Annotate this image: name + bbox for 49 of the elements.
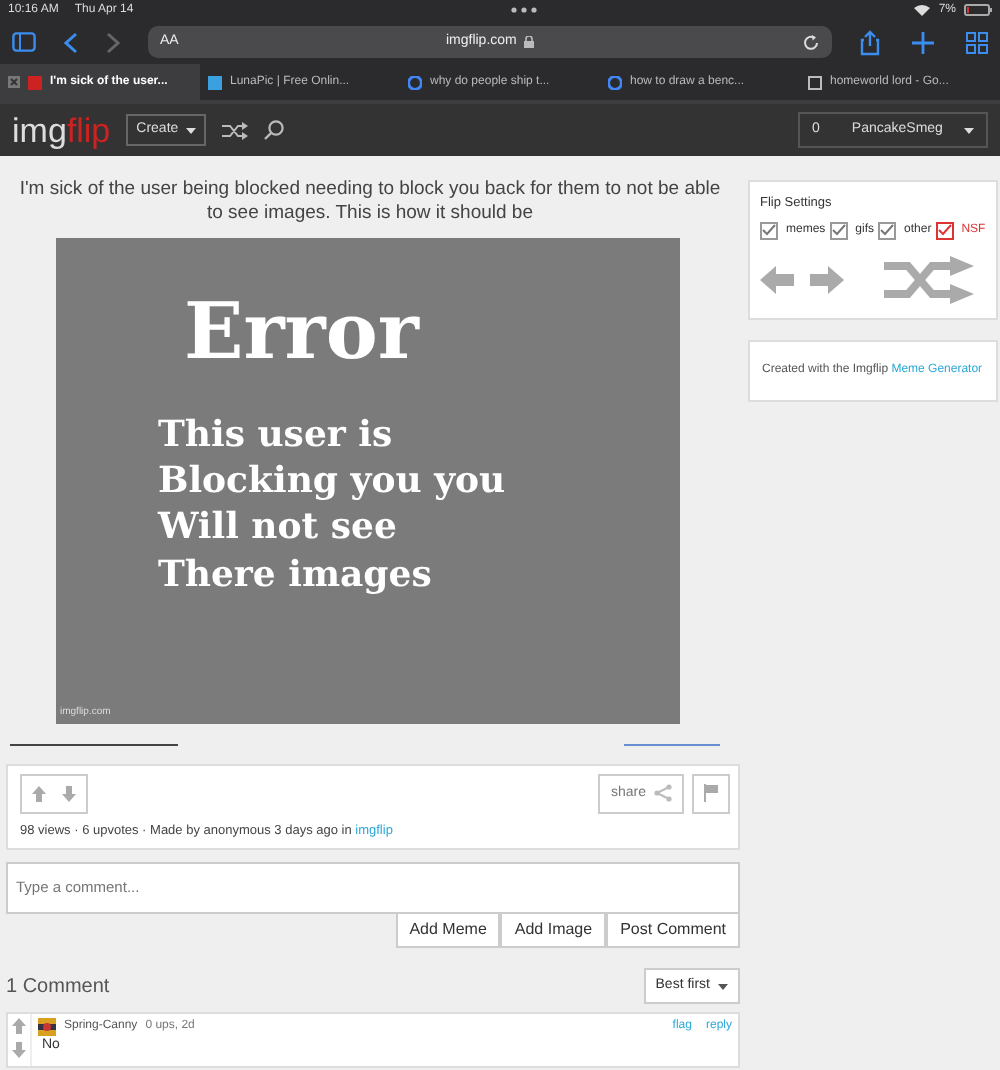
shuffle-icon[interactable] bbox=[222, 121, 249, 139]
caret-icon bbox=[718, 983, 728, 989]
left-arrow-icon[interactable] bbox=[760, 265, 794, 294]
back-icon[interactable] bbox=[64, 31, 78, 53]
favicon-icon bbox=[208, 75, 222, 89]
comment-form-button[interactable]: Add Meme bbox=[395, 913, 501, 948]
share-nodes-icon bbox=[654, 784, 672, 803]
battery-icon bbox=[963, 4, 992, 16]
more-icon[interactable] bbox=[510, 6, 539, 14]
meme-caption-line: There images bbox=[158, 551, 434, 599]
vote-buttons[interactable] bbox=[20, 773, 88, 814]
reload-icon[interactable] bbox=[802, 33, 820, 51]
right-arrow-icon[interactable] bbox=[810, 265, 844, 294]
post-title: I'm sick of the user being blocked needing to block you back for them to not be able to see images. This is how it should be bbox=[17, 178, 723, 226]
flag-button[interactable] bbox=[692, 773, 730, 814]
close-icon[interactable] bbox=[8, 76, 20, 88]
downvote-icon[interactable] bbox=[62, 785, 76, 802]
lock-icon bbox=[524, 36, 535, 48]
favicon-icon bbox=[608, 75, 622, 89]
share-icon[interactable] bbox=[860, 29, 880, 55]
progress-line bbox=[624, 743, 720, 746]
favicon-icon bbox=[808, 75, 822, 89]
plus-icon[interactable] bbox=[912, 31, 934, 53]
upvote-icon[interactable] bbox=[12, 1018, 26, 1035]
favicon-icon bbox=[28, 75, 42, 89]
checkbox[interactable] bbox=[829, 221, 848, 240]
checkbox[interactable] bbox=[935, 221, 954, 240]
favicon-icon bbox=[408, 75, 422, 89]
checkbox[interactable] bbox=[760, 221, 778, 240]
comment-form-button[interactable]: Add Image bbox=[500, 913, 607, 948]
caret-icon bbox=[186, 127, 197, 133]
caret-icon bbox=[964, 127, 974, 133]
checkbox[interactable] bbox=[878, 221, 897, 240]
avatar-icon bbox=[38, 1018, 56, 1037]
sidebar-icon[interactable] bbox=[12, 32, 36, 52]
meme-caption-line: Will not see bbox=[158, 504, 399, 552]
downvote-icon[interactable] bbox=[12, 1042, 26, 1059]
upvote-icon[interactable] bbox=[32, 785, 46, 802]
meme-caption-line: This user is bbox=[158, 411, 395, 459]
meme-heading: Error bbox=[184, 289, 422, 376]
meme-caption-line: Blocking you you bbox=[158, 458, 508, 505]
wifi-icon bbox=[914, 4, 931, 16]
search-icon[interactable] bbox=[264, 120, 285, 140]
flag-icon bbox=[704, 784, 718, 803]
comments-heading: 1 Comment bbox=[6, 973, 110, 1001]
forward-icon[interactable] bbox=[106, 31, 120, 53]
tabs-grid-icon[interactable] bbox=[966, 31, 988, 53]
site-logo[interactable]: imgflip bbox=[12, 113, 111, 147]
comment-form-button[interactable]: Post Comment bbox=[606, 913, 740, 948]
